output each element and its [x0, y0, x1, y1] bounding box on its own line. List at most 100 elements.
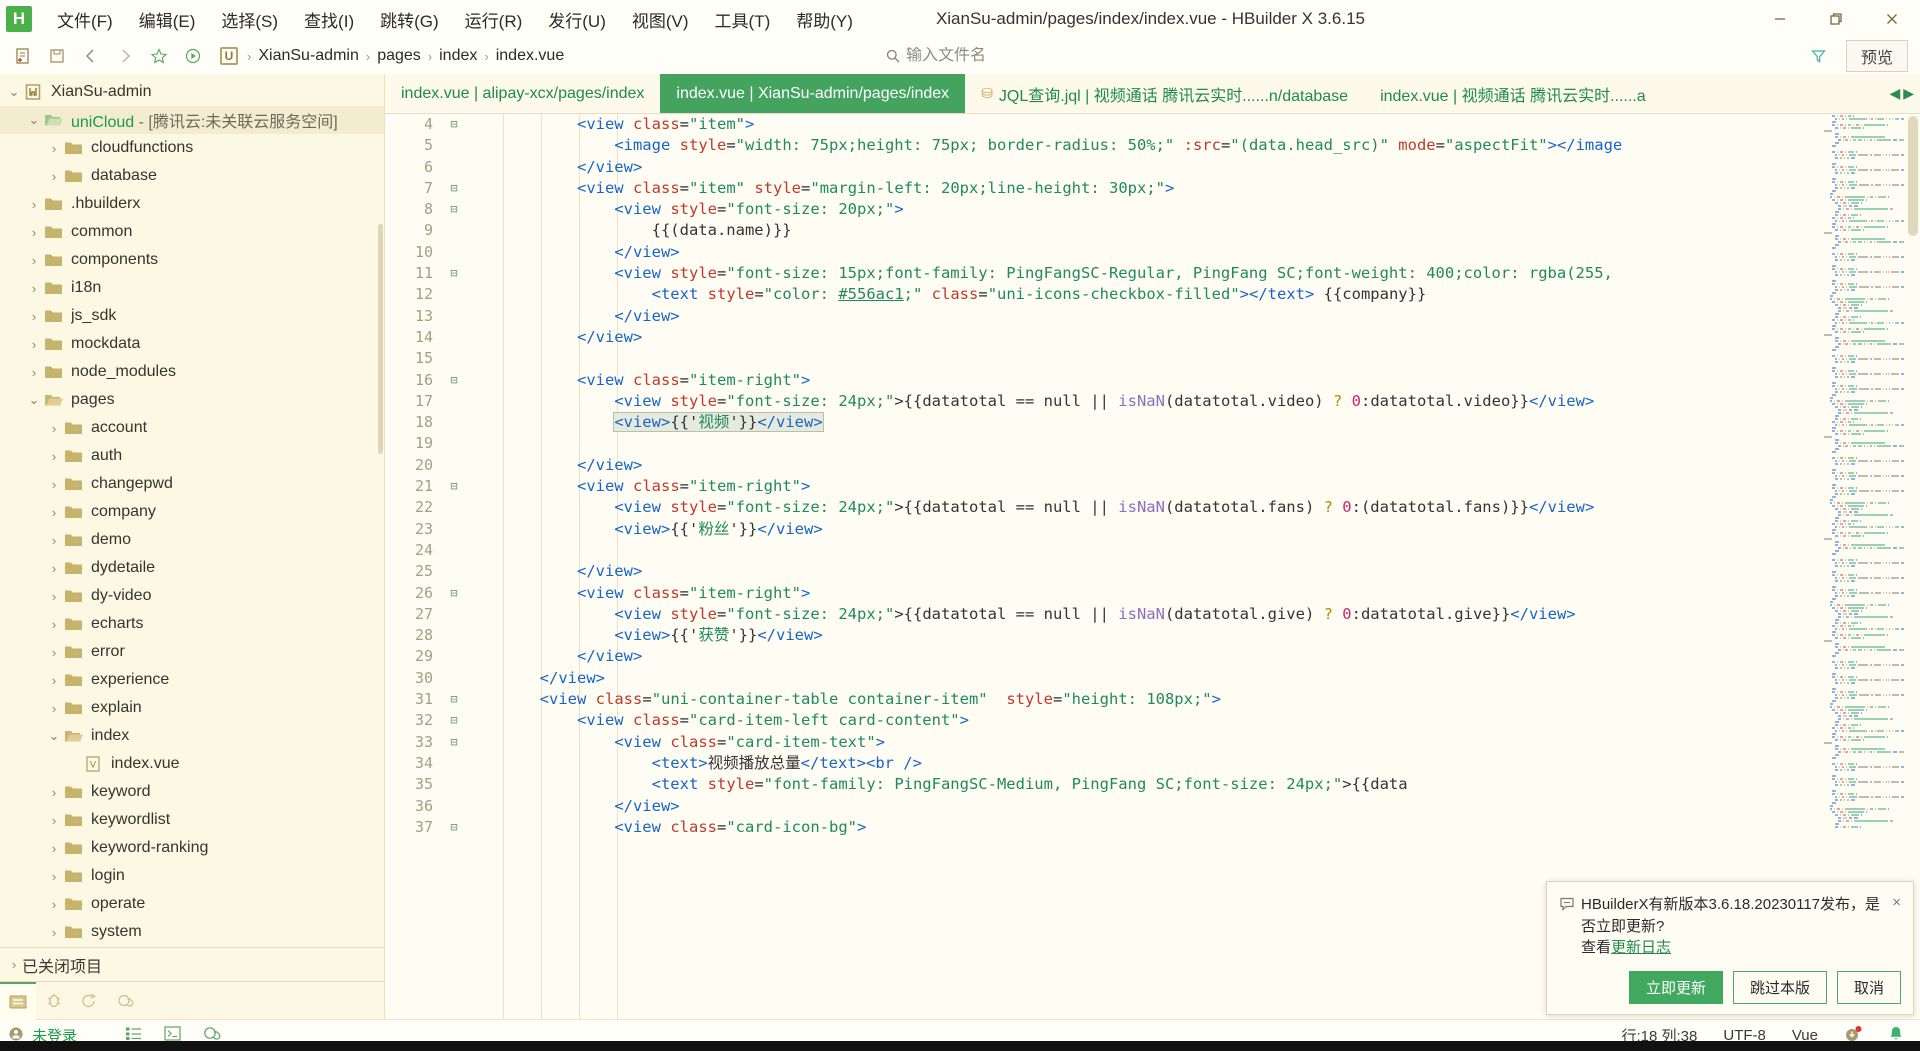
breadcrumb-item-1[interactable]: pages — [374, 45, 424, 67]
code-line[interactable]: <view class="item" style="margin-left: 2… — [465, 178, 1920, 199]
code-line[interactable]: </view> — [465, 561, 1920, 582]
fold-column[interactable]: ⊟ ⊟ ⊟ ⊟ ⊟ ⊟ ⊟ ⊟ ⊟ ⊟ ⊟ — [443, 114, 465, 1019]
fold-toggle-icon[interactable]: ⊟ — [443, 583, 465, 604]
sidebar-tab-project-manager[interactable] — [0, 981, 36, 1020]
tree-item-changepwd[interactable]: › changepwd — [0, 470, 384, 498]
close-button[interactable] — [1864, 0, 1920, 38]
tree-item-dy-video[interactable]: › dy-video — [0, 582, 384, 610]
star-icon[interactable] — [142, 41, 176, 71]
tree-item-keyword[interactable]: › keyword — [0, 778, 384, 806]
menu-item-6[interactable]: 发行(U) — [535, 3, 619, 36]
chevron-right-icon[interactable]: › — [46, 533, 62, 548]
tree-item-node-modules[interactable]: › node_modules — [0, 358, 384, 386]
fold-toggle-icon[interactable]: ⊟ — [443, 114, 465, 135]
code-line[interactable]: <view class="card-icon-bg"> — [465, 817, 1920, 838]
tree-item-pages[interactable]: ⌄ pages — [0, 386, 384, 414]
tree-item-components[interactable]: › components — [0, 246, 384, 274]
chevron-down-icon[interactable]: ⌄ — [26, 112, 42, 128]
code-line[interactable]: </view> — [465, 796, 1920, 817]
tree-item-unicloud[interactable]: ⌄ uniCloud - [腾讯云:未关联云服务空间] — [0, 106, 384, 134]
code-line[interactable]: <view class="item-right"> — [465, 476, 1920, 497]
breadcrumb-item-0[interactable]: XianSu-admin — [255, 45, 362, 67]
code-line[interactable]: </view> — [465, 668, 1920, 689]
fold-toggle-icon[interactable]: ⊟ — [443, 689, 465, 710]
project-tree[interactable]: ⌄ XianSu-admin ⌄ uniCloud - [腾讯云:未关联云服务空间] ›… — [0, 74, 384, 947]
code-line[interactable]: <view class="item"> — [465, 114, 1920, 135]
chevron-right-icon[interactable]: › — [46, 421, 62, 436]
editor-vertical-scrollbar[interactable] — [1908, 116, 1918, 236]
menu-item-5[interactable]: 运行(R) — [452, 3, 536, 36]
minimize-button[interactable] — [1752, 0, 1808, 38]
tree-item-experience[interactable]: › experience — [0, 666, 384, 694]
code-line[interactable] — [465, 433, 1920, 454]
chevron-right-icon[interactable]: › — [46, 925, 62, 940]
menu-item-3[interactable]: 查找(I) — [291, 3, 367, 36]
chevron-right-icon[interactable]: › — [46, 617, 62, 632]
tree-item-xiansu-admin[interactable]: ⌄ XianSu-admin — [0, 78, 384, 106]
code-line[interactable]: </view> — [465, 306, 1920, 327]
code-line[interactable]: </view> — [465, 157, 1920, 178]
forward-arrow-icon[interactable] — [108, 41, 142, 71]
menu-item-0[interactable]: 文件(F) — [44, 3, 126, 36]
code-line[interactable]: <view class="card-item-left card-content… — [465, 710, 1920, 731]
code-line[interactable]: <view style="font-size: 24px;">{{datatot… — [465, 604, 1920, 625]
save-icon[interactable] — [40, 41, 74, 71]
chevron-right-icon[interactable]: › — [46, 785, 62, 800]
maximize-button[interactable] — [1808, 0, 1864, 38]
chevron-right-icon[interactable]: › — [46, 897, 62, 912]
tree-item-keywordlist[interactable]: › keywordlist — [0, 806, 384, 834]
menu-item-1[interactable]: 编辑(E) — [126, 3, 209, 36]
chevron-right-icon[interactable]: › — [46, 869, 62, 884]
editor-tab-3[interactable]: index.vue | 视频通话 腾讯云实时......a — [1364, 74, 1662, 113]
chevron-right-icon[interactable]: › — [26, 309, 42, 324]
fold-toggle-icon[interactable]: ⊟ — [443, 370, 465, 391]
code-line[interactable]: </view> — [465, 327, 1920, 348]
code-line[interactable] — [465, 540, 1920, 561]
tree-item-auth[interactable]: › auth — [0, 442, 384, 470]
tree-item-common[interactable]: › common — [0, 218, 384, 246]
tree-item-error[interactable]: › error — [0, 638, 384, 666]
code-line[interactable]: <view class="uni-container-table contain… — [465, 689, 1920, 710]
notification-button-2[interactable]: 取消 — [1836, 971, 1901, 1004]
editor-tab-0[interactable]: index.vue | alipay-xcx/pages/index — [385, 74, 660, 113]
menu-item-8[interactable]: 工具(T) — [702, 3, 784, 36]
fold-toggle-icon[interactable]: ⊟ — [443, 710, 465, 731]
code-line[interactable]: <text style="color: #556ac1;" class="uni… — [465, 284, 1920, 305]
chevron-right-icon[interactable]: › — [46, 477, 62, 492]
code-line[interactable]: <view class="item-right"> — [465, 370, 1920, 391]
chevron-right-icon[interactable]: › — [46, 449, 62, 464]
editor-tab-2[interactable]: ⛁ JQL查询.jql | 视频通话 腾讯云实时......n/database — [965, 74, 1364, 113]
chevron-right-icon[interactable]: › — [46, 561, 62, 576]
closed-projects-row[interactable]: › 已关闭项目 — [0, 947, 384, 981]
chevron-down-icon[interactable]: ⌄ — [46, 728, 62, 744]
tree-item-i18n[interactable]: › i18n — [0, 274, 384, 302]
fold-toggle-icon[interactable]: ⊟ — [443, 732, 465, 753]
changelog-link[interactable]: 更新日志 — [1611, 939, 1671, 956]
tree-item-index[interactable]: ⌄ index — [0, 722, 384, 750]
preview-button[interactable]: 预览 — [1845, 40, 1908, 72]
chevron-right-icon[interactable]: › — [46, 673, 62, 688]
code-line[interactable]: <view>{{'视频'}}</view> — [465, 412, 1920, 433]
code-line[interactable]: </view> — [465, 242, 1920, 263]
run-icon[interactable] — [176, 41, 210, 71]
tree-item-echarts[interactable]: › echarts — [0, 610, 384, 638]
fold-toggle-icon[interactable]: ⊟ — [443, 178, 465, 199]
code-line[interactable]: </view> — [465, 646, 1920, 667]
fold-toggle-icon[interactable]: ⊟ — [443, 263, 465, 284]
sidebar-tab-terminal[interactable] — [72, 982, 108, 1020]
tree-item-company[interactable]: › company — [0, 498, 384, 526]
new-file-icon[interactable] — [6, 41, 40, 71]
tree-item--hbuilderx[interactable]: › .hbuilderx — [0, 190, 384, 218]
tab-nav-arrows[interactable]: ◀ ▶ — [1889, 74, 1920, 113]
code-line[interactable]: <view style="font-size: 20px;"> — [465, 199, 1920, 220]
chevron-right-icon[interactable]: › — [26, 337, 42, 352]
fold-toggle-icon[interactable]: ⊟ — [443, 199, 465, 220]
code-line[interactable]: <view style="font-size: 15px;font-family… — [465, 263, 1920, 284]
chevron-right-icon[interactable]: › — [46, 645, 62, 660]
code-line[interactable]: <view style="font-size: 24px;">{{datatot… — [465, 497, 1920, 518]
tree-item-explain[interactable]: › explain — [0, 694, 384, 722]
code-line[interactable] — [465, 348, 1920, 369]
tree-item-login[interactable]: › login — [0, 862, 384, 890]
chevron-right-icon[interactable]: › — [26, 281, 42, 296]
tree-item-system[interactable]: › system — [0, 918, 384, 946]
